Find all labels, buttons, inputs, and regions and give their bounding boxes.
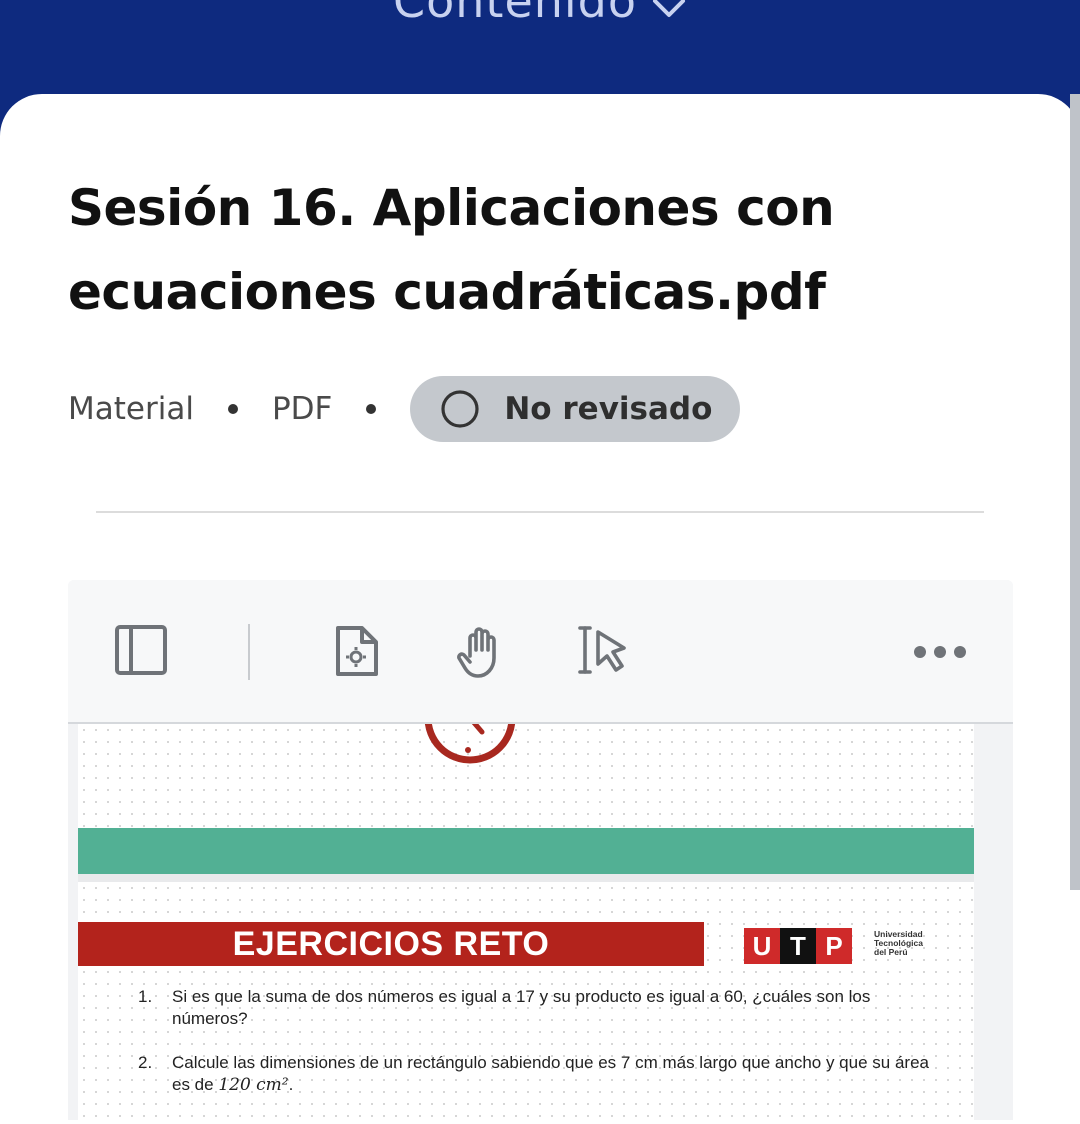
meta-category: Material bbox=[68, 391, 194, 427]
utp-logo-text: Universidad Tecnológica del Perú bbox=[874, 929, 923, 957]
page-gap bbox=[78, 874, 974, 882]
empty-circle-icon bbox=[441, 390, 479, 428]
meta-type: PDF bbox=[271, 391, 333, 427]
hand-pan-icon[interactable] bbox=[452, 622, 512, 687]
review-status-button[interactable]: No revisado bbox=[410, 376, 741, 442]
page-title: Sesión 16. Aplicaciones con ecuaciones c… bbox=[68, 179, 835, 321]
pdf-page: EJERCICIOS RETO U T P Universidad Tecnol… bbox=[78, 882, 974, 1120]
more-icon[interactable] bbox=[912, 640, 968, 669]
text-select-icon[interactable] bbox=[576, 622, 636, 687]
utp-logo: U T P bbox=[744, 928, 852, 964]
separator-dot bbox=[366, 404, 377, 414]
content-dropdown[interactable]: Contenido bbox=[0, 0, 1080, 32]
section-band bbox=[78, 828, 974, 874]
content-dropdown-label: Contenido bbox=[392, 0, 638, 28]
meta-row: Material PDF No revisado bbox=[68, 376, 741, 442]
clock-icon bbox=[424, 724, 516, 764]
separator-dot bbox=[227, 404, 238, 414]
divider bbox=[96, 511, 984, 513]
review-status-label: No revisado bbox=[504, 391, 713, 427]
toolbar-separator bbox=[248, 624, 250, 680]
pdf-toolbar bbox=[68, 580, 1013, 724]
document-settings-icon[interactable] bbox=[332, 622, 382, 685]
sidebar-icon[interactable] bbox=[114, 622, 170, 683]
scrollbar[interactable] bbox=[1070, 94, 1080, 890]
exercises-banner: EJERCICIOS RETO bbox=[78, 922, 704, 966]
chevron-down-icon bbox=[651, 0, 687, 32]
pdf-viewer: EJERCICIOS RETO U T P Universidad Tecnol… bbox=[68, 580, 1013, 1120]
